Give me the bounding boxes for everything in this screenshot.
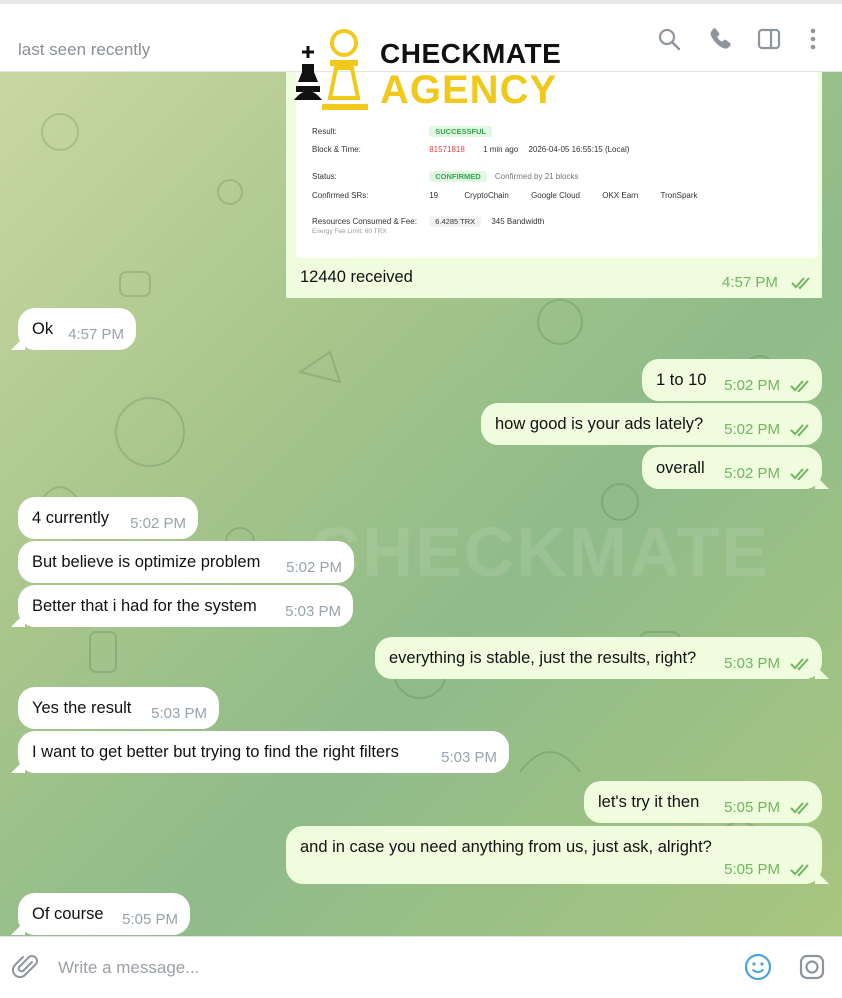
message-time: 5:02 PM xyxy=(130,515,186,532)
double-check-icon xyxy=(790,802,809,815)
checkmate-agency-logo: CHECKMATE AGENCY xyxy=(290,28,562,118)
message-time: 4:57 PM xyxy=(68,326,124,343)
media-caption: 12440 received xyxy=(300,268,413,286)
block-link[interactable]: 81571818 xyxy=(429,145,465,154)
phone-icon[interactable] xyxy=(707,26,733,52)
message-text: Yes the result xyxy=(32,699,132,717)
message-text: and in case you need anything from us, j… xyxy=(300,838,712,856)
message-text: how good is your ads lately? xyxy=(495,415,704,433)
success-badge: SUCCESSFUL xyxy=(429,126,493,137)
chat-area[interactable]: CHECKMATE Result: SUCCESSFUL Block & Tim… xyxy=(0,72,842,936)
incoming-message-bubble[interactable]: 4 currently 5:02 PM xyxy=(18,497,198,539)
double-check-icon xyxy=(791,277,810,290)
message-time: 5:05 PM xyxy=(724,799,780,816)
incoming-message-bubble[interactable]: Of course 5:05 PM xyxy=(18,893,190,935)
logo-text-checkmate: CHECKMATE xyxy=(380,38,562,69)
more-vertical-icon[interactable] xyxy=(800,26,826,52)
message-time: 5:03 PM xyxy=(285,603,341,620)
tx-row-resources: Resources Consumed & Fee: 6.4285 TRX 345… xyxy=(312,216,545,227)
message-time: 4:57 PM xyxy=(722,274,778,291)
outgoing-message-bubble[interactable]: how good is your ads lately? 5:02 PM xyxy=(481,403,822,445)
message-text: 1 to 10 xyxy=(656,371,707,389)
incoming-message-bubble[interactable]: Ok 4:57 PM xyxy=(18,308,136,350)
last-seen-status: last seen recently xyxy=(18,40,151,59)
tx-row-result: Result: SUCCESSFUL xyxy=(312,126,493,137)
incoming-message-bubble[interactable]: But believe is optimize problem 5:02 PM xyxy=(18,541,354,583)
double-check-icon xyxy=(790,864,809,877)
double-check-icon xyxy=(790,468,809,481)
message-time: 5:02 PM xyxy=(724,377,780,394)
confirmed-badge: CONFIRMED xyxy=(429,171,487,182)
message-text: 4 currently xyxy=(32,509,110,527)
message-time: 5:03 PM xyxy=(151,705,207,722)
message-input[interactable] xyxy=(58,955,658,981)
message-time: 5:02 PM xyxy=(724,465,780,482)
message-time: 5:02 PM xyxy=(286,559,342,576)
double-check-icon xyxy=(790,380,809,393)
outgoing-message-bubble[interactable]: 1 to 10 5:02 PM xyxy=(642,359,822,401)
double-check-icon xyxy=(790,658,809,671)
chess-pieces-logo-icon xyxy=(294,29,368,110)
emoji-icon[interactable] xyxy=(744,953,772,981)
tx-row-status: Status: CONFIRMED Confirmed by 21 blocks xyxy=(312,171,579,182)
logo-text-agency: AGENCY xyxy=(380,68,558,112)
outgoing-message-bubble[interactable]: let's try it then 5:05 PM xyxy=(584,781,822,823)
message-time: 5:05 PM xyxy=(122,911,178,928)
outgoing-message-bubble[interactable]: and in case you need anything from us, j… xyxy=(286,826,822,884)
outgoing-message-bubble[interactable]: everything is stable, just the results, … xyxy=(375,637,822,679)
message-time: 5:03 PM xyxy=(724,655,780,672)
message-text: overall xyxy=(656,459,705,477)
message-time: 5:02 PM xyxy=(724,421,780,438)
message-text: But believe is optimize problem xyxy=(32,553,261,571)
incoming-message-bubble[interactable]: I want to get better but trying to find … xyxy=(18,731,509,773)
search-icon[interactable] xyxy=(656,26,682,52)
message-text: Ok xyxy=(32,320,54,338)
message-text: I want to get better but trying to find … xyxy=(32,743,399,761)
message-text: Of course xyxy=(32,905,104,923)
incoming-message-bubble[interactable]: Yes the result 5:03 PM xyxy=(18,687,219,729)
sidebar-toggle-icon[interactable] xyxy=(756,26,782,52)
instant-view-camera-icon[interactable] xyxy=(798,953,826,981)
message-text: Better that i had for the system xyxy=(32,597,257,615)
outgoing-message-bubble[interactable]: overall 5:02 PM xyxy=(642,447,822,489)
energy-fee-limit: Energy Fee Limit: 60 TRX xyxy=(312,228,387,235)
message-time: 5:05 PM xyxy=(724,861,780,878)
message-text: everything is stable, just the results, … xyxy=(389,649,697,667)
tx-row-block-time: Block & Time: 81571818 1 min ago 2026-04… xyxy=(312,145,630,154)
paperclip-icon[interactable] xyxy=(12,953,40,981)
message-text: let's try it then xyxy=(598,793,700,811)
message-composer xyxy=(0,936,842,998)
tx-row-confirmed-srs: Confirmed SRs: 19 CryptoChain Google Clo… xyxy=(312,191,698,200)
background-watermark: CHECKMATE xyxy=(310,513,771,591)
double-check-icon xyxy=(790,424,809,437)
message-time: 5:03 PM xyxy=(441,749,497,766)
incoming-message-bubble[interactable]: Better that i had for the system 5:03 PM xyxy=(18,585,353,627)
